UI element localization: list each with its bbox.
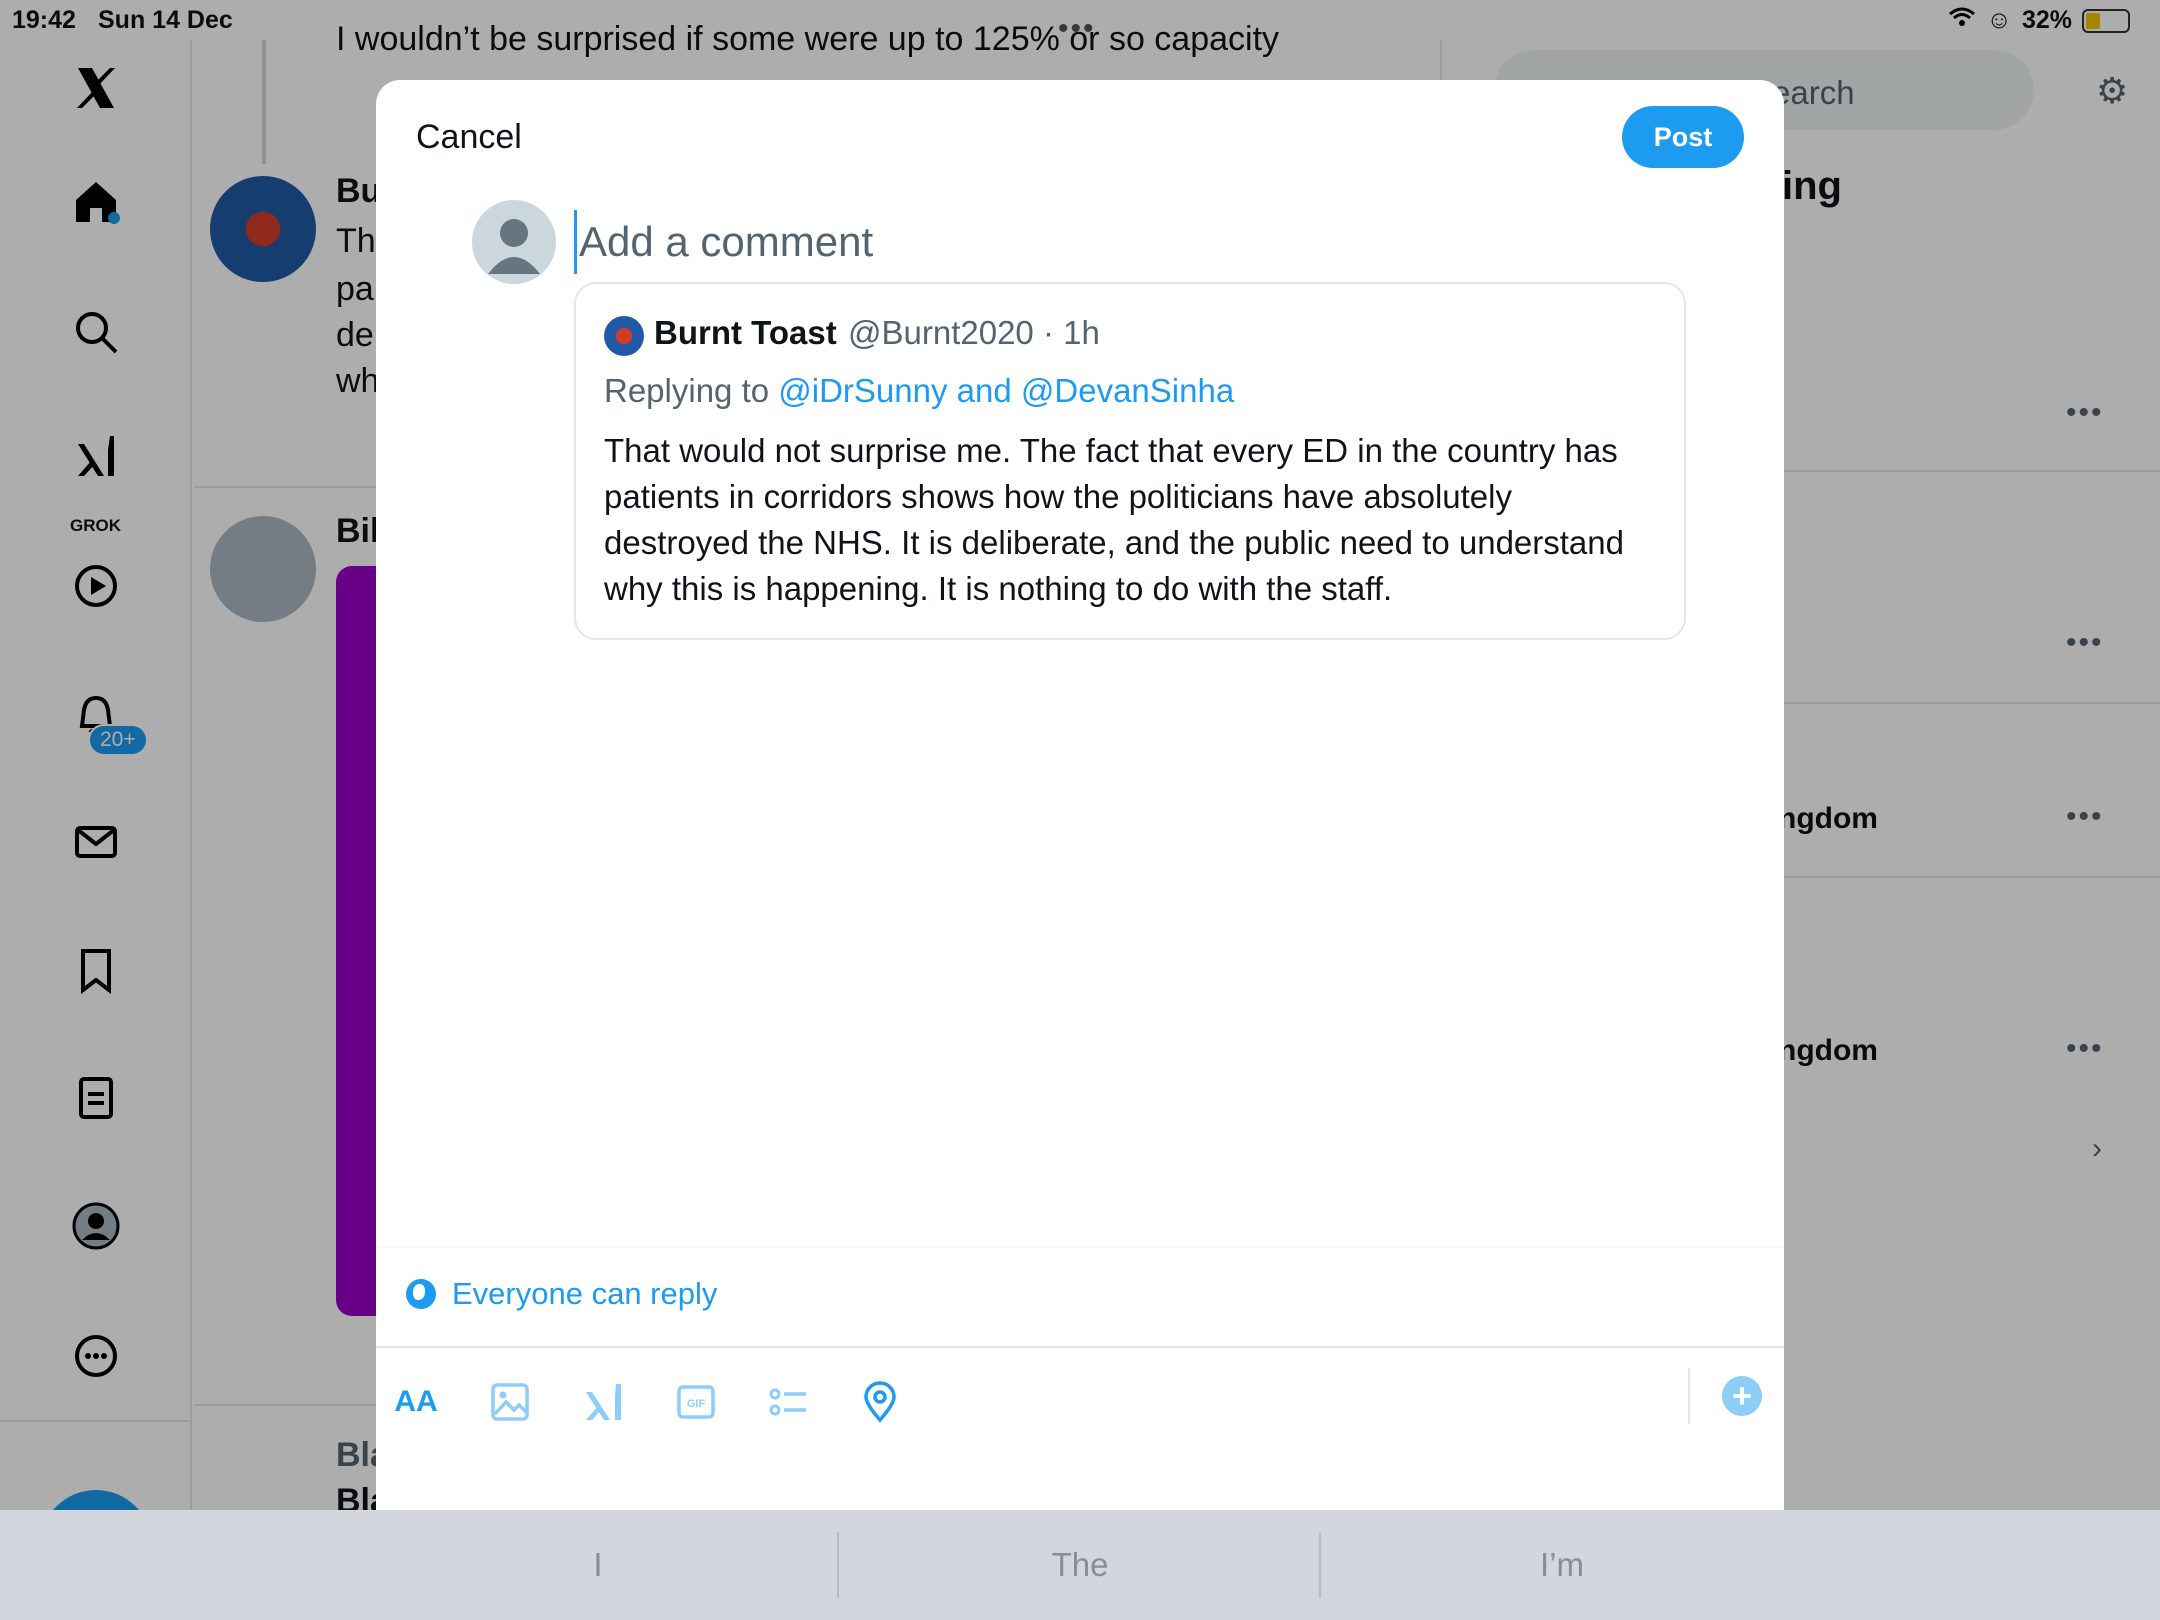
reply-setting-button[interactable]: Everyone can reply [406,1276,717,1312]
text-format-button[interactable]: AA [388,1374,444,1430]
quoted-post-body: That would not surprise me. The fact tha… [604,432,1624,607]
replying-prefix: Replying to [604,372,779,409]
keyboard-suggestion-bar: I The I’m [0,1510,2160,1620]
image-icon[interactable] [482,1374,538,1430]
reply-setting-label: Everyone can reply [452,1276,718,1311]
cancel-button[interactable]: Cancel [416,118,522,157]
location-pin-icon[interactable] [852,1374,908,1430]
comment-input[interactable] [574,210,1574,274]
suggestion-divider [837,1532,839,1598]
poll-icon[interactable] [760,1374,816,1430]
grok-icon[interactable] [576,1374,632,1430]
quoted-post-handle-time: @Burnt2020 · 1h [848,314,1100,351]
avatar [604,316,644,356]
compose-modal: Cancel Post Burnt Toast @Burnt2020 · 1h … [376,80,1784,1510]
replying-to-mentions[interactable]: @iDrSunny and @DevanSinha [778,372,1234,409]
replying-to: Replying to @iDrSunny and @DevanSinha [604,372,1234,410]
toolbar-separator [1688,1368,1690,1424]
divider [376,1346,1784,1348]
svg-text:GIF: GIF [687,1398,706,1410]
add-thread-button[interactable]: + [1722,1376,1762,1416]
compose-toolbar: AA GIF + [376,1350,1784,1460]
suggestion-divider [1319,1532,1321,1598]
text-format-label: AA [394,1385,438,1418]
avatar[interactable] [472,200,556,284]
keyboard-suggestion[interactable]: I’m [1322,1510,1802,1620]
gif-icon[interactable]: GIF [668,1374,724,1430]
globe-icon [406,1279,436,1309]
divider [376,1246,1784,1248]
post-button[interactable]: Post [1622,106,1744,168]
quoted-post-card[interactable]: Burnt Toast @Burnt2020 · 1h Replying to … [574,282,1686,640]
keyboard-suggestion[interactable]: I [358,1510,838,1620]
quoted-post-author: Burnt Toast [654,314,837,351]
keyboard-suggestion[interactable]: The [840,1510,1320,1620]
